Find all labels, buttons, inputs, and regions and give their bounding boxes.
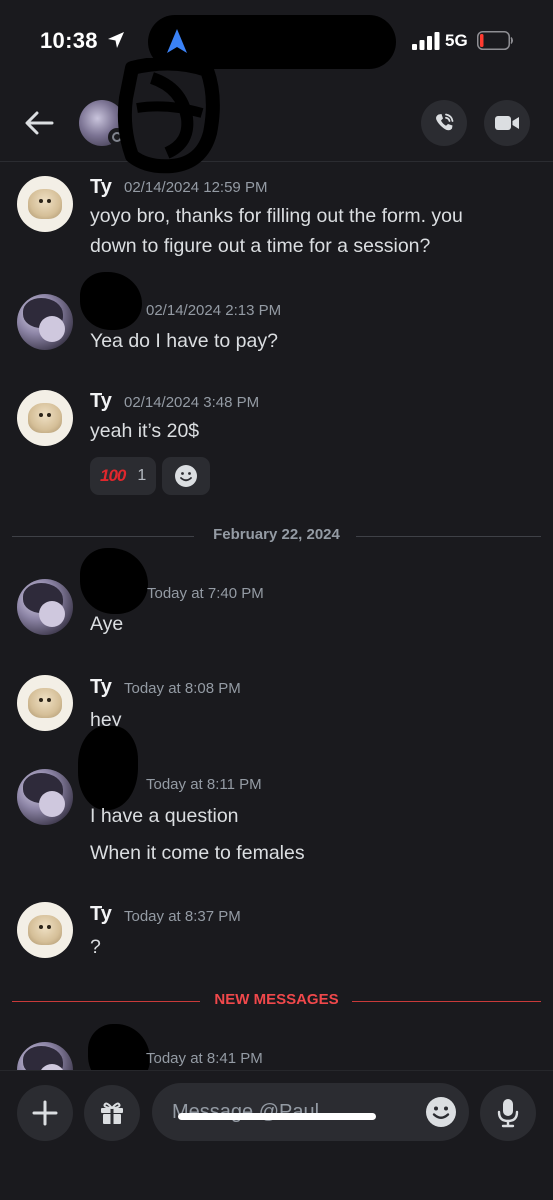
voice-call-icon xyxy=(436,113,454,131)
paul-avatar[interactable] xyxy=(17,769,73,825)
message-timestamp: Today at 8:37 PM xyxy=(124,908,241,925)
message-author[interactable]: Ty xyxy=(90,903,112,926)
location-arrow-icon xyxy=(108,32,124,48)
message-text: When it come to females xyxy=(90,842,305,864)
message-author[interactable]: Ty xyxy=(90,676,112,699)
message-timestamp: Today at 8:08 PM xyxy=(124,680,241,697)
plus-icon xyxy=(32,1100,58,1126)
message-text: down to figure out a time for a session? xyxy=(90,235,431,257)
battery-icon xyxy=(477,31,513,50)
message-text: Yea do I have to pay? xyxy=(90,330,278,352)
date-divider-label: February 22, 2024 xyxy=(213,526,340,543)
message-input-container[interactable] xyxy=(152,1083,469,1141)
microphone-icon xyxy=(497,1099,519,1128)
message-text: ? xyxy=(90,936,101,958)
add-reaction-icon xyxy=(175,465,197,487)
message-author[interactable]: Ty xyxy=(90,390,112,413)
reaction-100[interactable]: 100 1 xyxy=(90,457,156,495)
attach-button[interactable] xyxy=(17,1085,73,1141)
gift-button[interactable] xyxy=(84,1085,140,1141)
voice-call-button[interactable] xyxy=(421,100,467,146)
message-text: Aye xyxy=(90,613,124,635)
message-input[interactable] xyxy=(172,1083,412,1141)
ty-avatar[interactable] xyxy=(17,390,73,446)
emoji-icon[interactable] xyxy=(425,1096,457,1128)
redacted-username xyxy=(80,272,142,330)
redacted-username xyxy=(78,726,138,810)
video-call-button[interactable] xyxy=(484,100,530,146)
message-text: yeah it’s 20$ xyxy=(90,420,200,442)
message-timestamp: Today at 7:40 PM xyxy=(147,585,264,602)
network-type: 5G xyxy=(445,31,468,50)
home-indicator[interactable] xyxy=(178,1113,376,1120)
message-text: yoyo bro, thanks for filling out the for… xyxy=(90,205,463,227)
voice-message-button[interactable] xyxy=(480,1085,536,1141)
date-divider: February 22, 2024 xyxy=(12,526,541,546)
paul-avatar[interactable] xyxy=(17,294,73,350)
status-bar: 10:38 5G xyxy=(0,0,553,86)
ty-avatar[interactable] xyxy=(17,675,73,731)
video-call-icon xyxy=(495,116,519,130)
message-timestamp: 02/14/2024 2:13 PM xyxy=(146,302,282,319)
redaction-scribble xyxy=(117,58,220,174)
reaction-count: 1 xyxy=(137,467,147,484)
ty-avatar[interactable] xyxy=(17,176,73,232)
new-messages-label: NEW MESSAGES xyxy=(214,991,339,1008)
redacted-username xyxy=(80,548,148,614)
back-arrow-icon[interactable] xyxy=(22,106,56,140)
message-author[interactable]: Ty xyxy=(90,176,112,199)
message-timestamp: Today at 8:41 PM xyxy=(146,1050,263,1067)
signal-bars-icon xyxy=(412,32,440,50)
message-composer xyxy=(0,1070,553,1200)
message-timestamp: Today at 8:11 PM xyxy=(146,776,262,793)
gift-icon xyxy=(101,1102,123,1124)
paul-avatar[interactable] xyxy=(17,579,73,635)
navigation-arrow-icon xyxy=(167,29,187,53)
message-timestamp: 02/14/2024 3:48 PM xyxy=(124,394,260,411)
add-reaction-button[interactable] xyxy=(162,457,210,495)
status-time: 10:38 xyxy=(40,28,98,53)
message-timestamp: 02/14/2024 12:59 PM xyxy=(124,179,268,196)
hundred-points-emoji-icon: 100 xyxy=(100,466,126,485)
message-text: I have a question xyxy=(90,805,239,827)
chat-header xyxy=(0,86,553,162)
ty-avatar[interactable] xyxy=(17,902,73,958)
new-messages-divider: NEW MESSAGES xyxy=(12,991,541,1011)
